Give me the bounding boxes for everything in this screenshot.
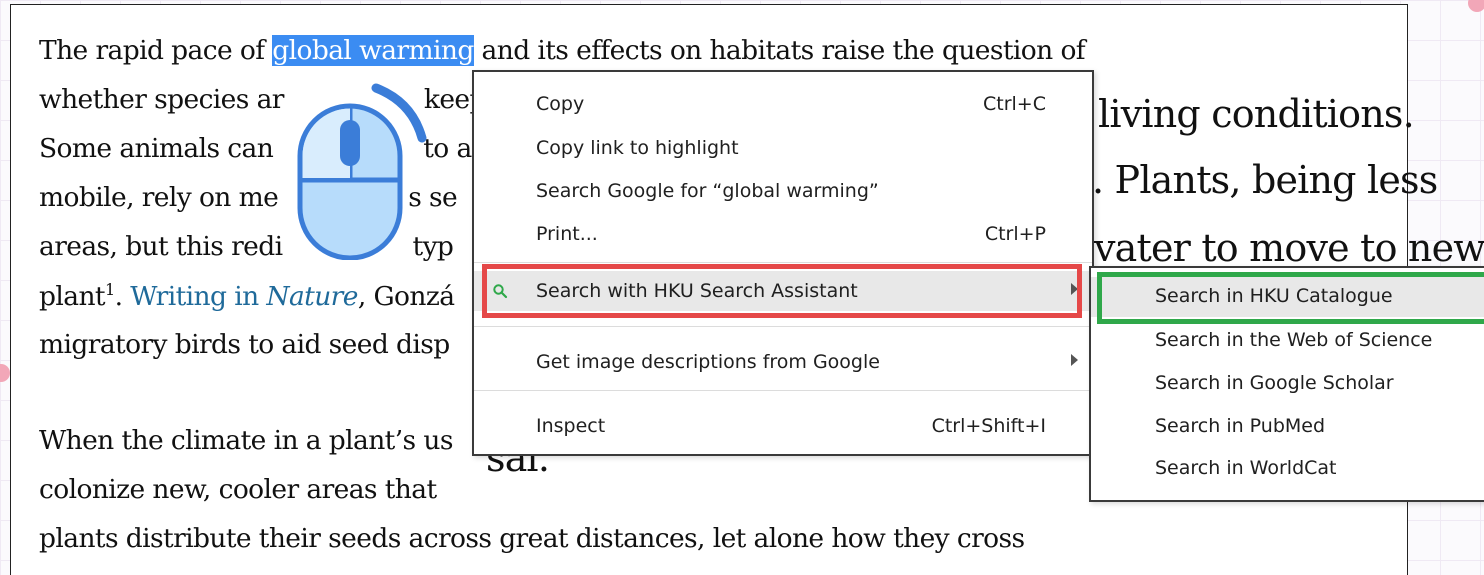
mouse-click-icon [297, 83, 427, 260]
article-line: When the climate in a plant’s us [39, 425, 453, 456]
menu-item-image-descriptions[interactable]: Get image descriptions from Google [474, 342, 1092, 382]
submenu-item-google-scholar[interactable]: Search in Google Scholar [1091, 364, 1484, 404]
menu-separator [474, 326, 1092, 327]
search-submenu: Search in HKU Catalogue Search in the We… [1089, 266, 1484, 502]
article-line: The rapid pace of global warming and its… [39, 35, 1086, 66]
decorative-dot [1468, 0, 1484, 12]
highlight-outline-green [1097, 272, 1484, 324]
article-line: plant1. Writing in Nature, Gonzá [39, 280, 455, 312]
menu-item-search-google[interactable]: Search Google for “global warming” [474, 171, 1092, 211]
background-text: . Plants, being less [1092, 158, 1438, 202]
submenu-item-pubmed[interactable]: Search in PubMed [1091, 407, 1484, 447]
article-link[interactable]: Writing in Nature [130, 281, 358, 312]
background-text: living conditions. [1098, 92, 1415, 136]
context-menu: Copy Ctrl+C Copy link to highlight Searc… [472, 70, 1094, 456]
menu-separator [474, 390, 1092, 391]
menu-item-copy[interactable]: Copy Ctrl+C [474, 84, 1092, 124]
chevron-right-icon [1071, 354, 1078, 366]
article-line: migratory birds to aid seed disp [39, 329, 450, 360]
selected-text[interactable]: global warming [272, 35, 474, 66]
submenu-item-worldcat[interactable]: Search in WorldCat [1091, 449, 1484, 489]
menu-item-inspect[interactable]: Inspect Ctrl+Shift+I [474, 406, 1092, 446]
article-line: colonize new, cooler areas that [39, 474, 437, 505]
menu-separator [474, 262, 1092, 263]
decorative-dot [0, 364, 10, 382]
submenu-item-web-of-science[interactable]: Search in the Web of Science [1091, 321, 1484, 361]
article-line: plants distribute their seeds across gre… [39, 523, 1025, 554]
background-text: vater to move to new [1094, 226, 1484, 270]
menu-item-print[interactable]: Print... Ctrl+P [474, 214, 1092, 254]
menu-item-copy-link[interactable]: Copy link to highlight [474, 128, 1092, 168]
highlight-outline-red [482, 264, 1082, 318]
